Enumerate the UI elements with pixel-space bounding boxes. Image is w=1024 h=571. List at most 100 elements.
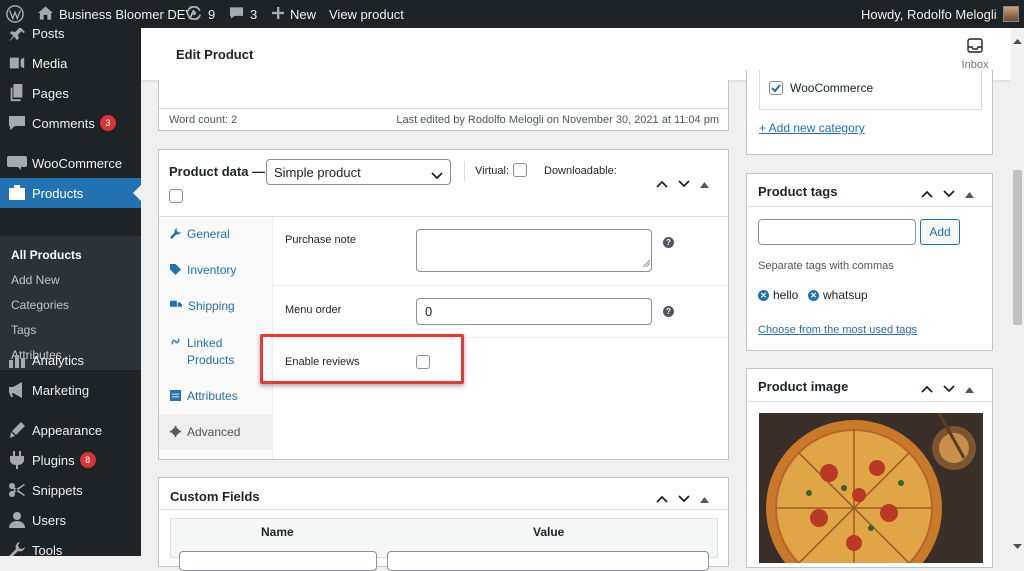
custom-fields-title: Custom Fields bbox=[170, 489, 260, 504]
analytics-icon bbox=[7, 352, 27, 368]
purchase-note-help-icon[interactable]: ? bbox=[663, 237, 674, 248]
move-up-icon[interactable] bbox=[656, 176, 668, 191]
media-icon bbox=[7, 54, 27, 72]
menu-item-products[interactable]: Products bbox=[0, 178, 141, 208]
scrollbar-thumb[interactable] bbox=[1013, 170, 1022, 325]
tab-general[interactable]: General bbox=[159, 227, 272, 242]
link-icon bbox=[170, 335, 181, 352]
categories-list: WooCommerce bbox=[759, 70, 982, 110]
menu-order-help-icon[interactable]: ? bbox=[663, 306, 674, 317]
submenu-tags[interactable]: Tags bbox=[11, 323, 36, 337]
tab-shipping[interactable]: Shipping bbox=[159, 299, 272, 313]
product-type-value: Simple product bbox=[274, 164, 361, 180]
account-menu[interactable]: Howdy, Rodolfo Melogli bbox=[861, 0, 1019, 28]
menu-label: Snippets bbox=[32, 482, 83, 498]
menu-item-plugins[interactable]: Plugins 8 bbox=[0, 445, 141, 475]
menu-item-snippets[interactable]: Snippets bbox=[0, 475, 141, 505]
downloadable-checkbox[interactable] bbox=[169, 189, 183, 203]
menu-label: Products bbox=[32, 185, 84, 201]
scroll-down-icon[interactable] bbox=[1013, 537, 1022, 552]
move-up-icon[interactable] bbox=[656, 491, 668, 506]
menu-item-comments[interactable]: Comments 3 bbox=[0, 108, 141, 138]
comments-link[interactable]: 3 bbox=[229, 0, 257, 28]
move-down-icon[interactable] bbox=[678, 491, 690, 506]
menu-label: Comments bbox=[32, 115, 95, 131]
category-item-woocommerce[interactable]: WooCommerce bbox=[769, 81, 873, 95]
add-tag-button[interactable]: Add bbox=[920, 219, 960, 245]
resize-handle-icon[interactable] bbox=[642, 255, 651, 270]
site-name-link[interactable]: Business Bloomer DEV bbox=[38, 0, 194, 28]
menu-item-analytics[interactable]: Analytics bbox=[0, 345, 141, 375]
submenu-add-new[interactable]: Add New bbox=[11, 273, 60, 287]
updates-icon bbox=[186, 4, 202, 23]
site-name-label: Business Bloomer DEV bbox=[59, 6, 195, 22]
add-new-category-link[interactable]: + Add new category bbox=[759, 121, 865, 135]
category-checkbox[interactable] bbox=[769, 81, 783, 95]
menu-item-posts[interactable]: Posts bbox=[0, 28, 141, 48]
tags-hint: Separate tags with commas bbox=[758, 260, 894, 272]
virtual-checkbox[interactable] bbox=[513, 163, 527, 177]
submenu-categories[interactable]: Categories bbox=[11, 298, 69, 312]
table-icon bbox=[170, 389, 181, 404]
menu-item-tools[interactable]: Tools bbox=[0, 535, 141, 556]
toggle-panel-icon[interactable] bbox=[965, 186, 974, 201]
divider bbox=[159, 509, 728, 510]
move-down-icon[interactable] bbox=[678, 176, 690, 191]
menu-item-marketing[interactable]: Marketing bbox=[0, 375, 141, 405]
product-image[interactable] bbox=[759, 413, 983, 563]
move-down-icon[interactable] bbox=[943, 186, 955, 201]
tag-hello: ✕ hello bbox=[758, 288, 798, 302]
toggle-panel-icon[interactable] bbox=[965, 381, 974, 396]
home-icon bbox=[38, 5, 53, 23]
purchase-note-textarea[interactable] bbox=[416, 229, 652, 272]
menu-item-appearance[interactable]: Appearance bbox=[0, 415, 141, 445]
move-up-icon[interactable] bbox=[921, 186, 933, 201]
move-down-icon[interactable] bbox=[943, 381, 955, 396]
new-tag-input[interactable] bbox=[758, 219, 916, 245]
plugins-icon bbox=[7, 451, 27, 469]
menu-item-users[interactable]: Users bbox=[0, 505, 141, 535]
snippets-icon bbox=[7, 482, 27, 498]
custom-field-name-input[interactable] bbox=[179, 551, 377, 571]
checkmark-icon bbox=[771, 84, 781, 93]
tab-inventory[interactable]: Inventory bbox=[159, 263, 272, 278]
inbox-icon bbox=[967, 38, 983, 57]
purchase-note-label: Purchase note bbox=[285, 234, 356, 246]
scroll-up-icon[interactable] bbox=[1013, 32, 1022, 47]
products-icon bbox=[7, 185, 27, 201]
product-tags-panel: Product tags Add Separate tags with comm… bbox=[746, 173, 993, 351]
woocommerce-icon bbox=[7, 156, 27, 170]
remove-tag-icon[interactable]: ✕ bbox=[808, 289, 819, 301]
move-up-icon[interactable] bbox=[921, 381, 933, 396]
tab-advanced[interactable]: Advanced bbox=[159, 414, 272, 450]
remove-tag-icon[interactable]: ✕ bbox=[758, 289, 769, 301]
toggle-panel-icon[interactable] bbox=[700, 176, 709, 191]
toggle-panel-icon[interactable] bbox=[700, 491, 709, 506]
menu-item-pages[interactable]: Pages bbox=[0, 78, 141, 108]
menu-order-input[interactable]: 0 bbox=[416, 298, 652, 325]
most-used-tags-link[interactable]: Choose from the most used tags bbox=[758, 324, 917, 336]
new-content-link[interactable]: New bbox=[272, 0, 316, 28]
highlight-box bbox=[260, 334, 464, 384]
wordpress-logo-icon[interactable] bbox=[6, 0, 24, 28]
product-type-select[interactable]: Simple product bbox=[266, 159, 451, 185]
pizza-image bbox=[759, 413, 983, 563]
product-tags-controls bbox=[921, 186, 974, 201]
divider bbox=[273, 285, 728, 286]
submenu-all-products[interactable]: All Products bbox=[11, 248, 82, 262]
admin-sidebar: Posts Media Pages Comments 3 WooCommerce… bbox=[0, 28, 141, 556]
inbox-button[interactable]: Inbox bbox=[959, 38, 991, 71]
updates-link[interactable]: 9 bbox=[186, 0, 215, 28]
column-header-value: Value bbox=[533, 525, 565, 539]
custom-field-value-input[interactable] bbox=[387, 551, 709, 571]
tab-linked-products[interactable]: Linked Products bbox=[159, 335, 259, 369]
product-tags-title: Product tags bbox=[758, 184, 838, 199]
menu-item-media[interactable]: Media bbox=[0, 48, 141, 78]
view-product-link[interactable]: View product bbox=[329, 0, 404, 28]
menu-item-woocommerce[interactable]: WooCommerce bbox=[0, 148, 141, 178]
view-product-label: View product bbox=[329, 6, 404, 22]
tab-attributes[interactable]: Attributes bbox=[159, 389, 272, 404]
tab-label: Inventory bbox=[187, 263, 237, 277]
column-header-name: Name bbox=[261, 525, 294, 539]
menu-label: Plugins bbox=[32, 452, 75, 468]
